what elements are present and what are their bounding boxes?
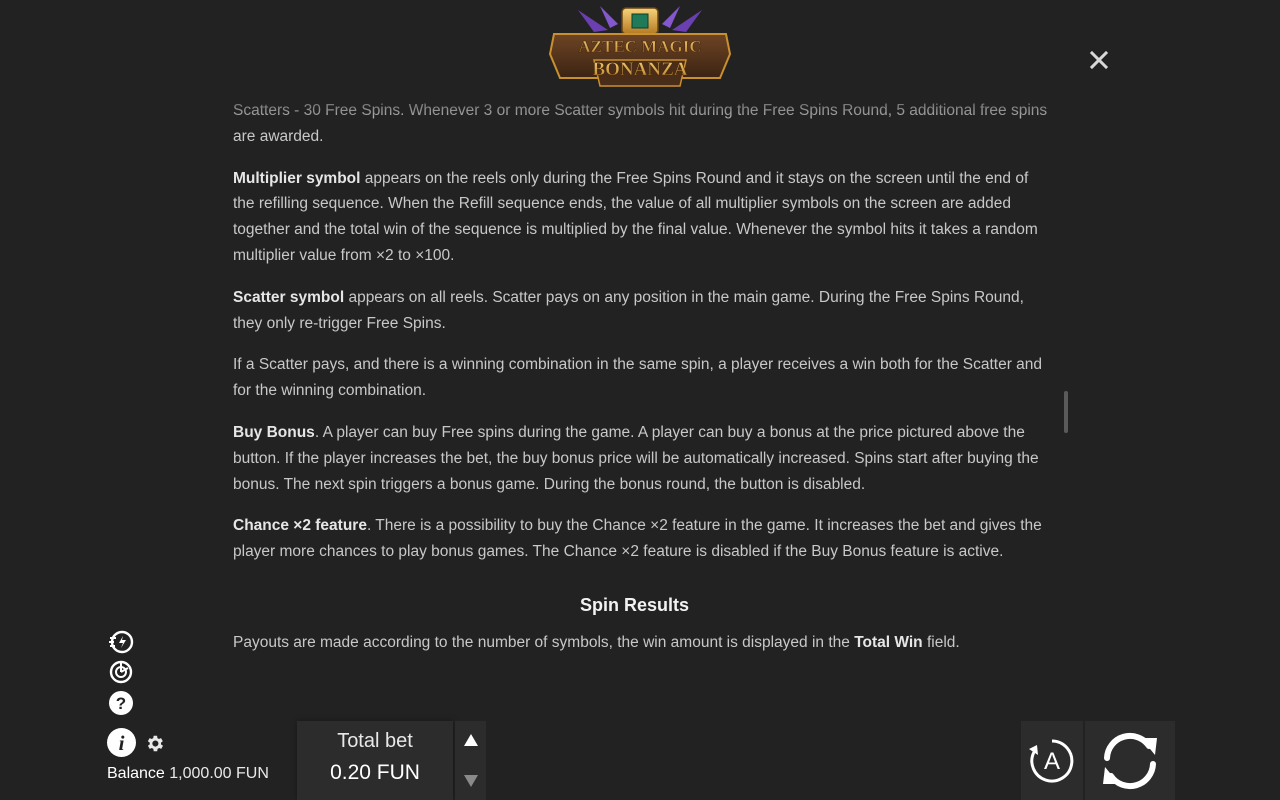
arrow-up-icon (463, 734, 478, 746)
logo-line-2: BONANZA (592, 59, 687, 80)
balance-display: Balance 1,000.00 FUN (107, 765, 269, 783)
close-icon (1090, 51, 1108, 69)
info-button[interactable]: i (106, 727, 137, 758)
bet-increase-button[interactable] (455, 721, 486, 759)
autoplay-button[interactable]: A (1021, 721, 1083, 800)
help-button[interactable]: ? (108, 690, 134, 716)
svg-text:A: A (1044, 748, 1060, 775)
turbo-button[interactable] (108, 628, 134, 654)
bet-stepper (455, 721, 486, 800)
rules-paragraph-scatter-pays: If a Scatter pays, and there is a winnin… (233, 356, 1043, 400)
spin-button[interactable] (1085, 721, 1175, 800)
game-history-icon (109, 660, 133, 684)
total-bet-label: Total bet (337, 730, 413, 752)
history-button[interactable] (108, 659, 134, 685)
rules-paragraph-buy-bonus: Buy Bonus. A player can buy Free spins d… (233, 423, 1039, 493)
section-title-spin-results: Spin Results (579, 594, 690, 615)
rules-paragraph: Scatters - 30 Free Spins. Whenever 3 or … (233, 102, 1048, 145)
rules-content[interactable]: Scatters - 30 Free Spins. Whenever 3 or … (233, 97, 1048, 692)
arrow-down-icon (463, 775, 478, 787)
close-button[interactable] (1086, 47, 1112, 73)
turbo-speed-icon (109, 630, 134, 654)
balance-label: Balance (107, 765, 165, 782)
balance-value: 1,000.00 FUN (169, 765, 269, 782)
rules-paragraph-scatter: Scatter symbol appears on all reels. Sca… (233, 288, 1024, 332)
svg-text:i: i (119, 731, 125, 755)
autoplay-icon: A (1029, 739, 1074, 782)
rules-paragraph-payouts: Payouts are made according to the number… (233, 633, 960, 651)
scrollbar-thumb[interactable] (1064, 391, 1068, 433)
help-icon: ? (109, 691, 133, 715)
rules-paragraph-chance: Chance ×2 feature. There is a possibilit… (233, 517, 1042, 561)
total-bet-panel: Total bet 0.20 FUN (297, 721, 453, 800)
info-icon: i (107, 728, 136, 757)
bet-decrease-button[interactable] (455, 762, 486, 800)
spin-icon (1103, 732, 1157, 789)
settings-button[interactable] (144, 733, 165, 754)
rules-paragraph-multiplier: Multiplier symbol appears on the reels o… (233, 169, 1038, 264)
total-bet-value: 0.20 FUN (330, 761, 420, 784)
logo-line-1: AZTEC MAGIC (578, 37, 701, 56)
svg-text:?: ? (116, 694, 126, 713)
gear-icon (147, 735, 163, 752)
game-logo: AZTEC MAGIC BONANZA (548, 2, 732, 94)
